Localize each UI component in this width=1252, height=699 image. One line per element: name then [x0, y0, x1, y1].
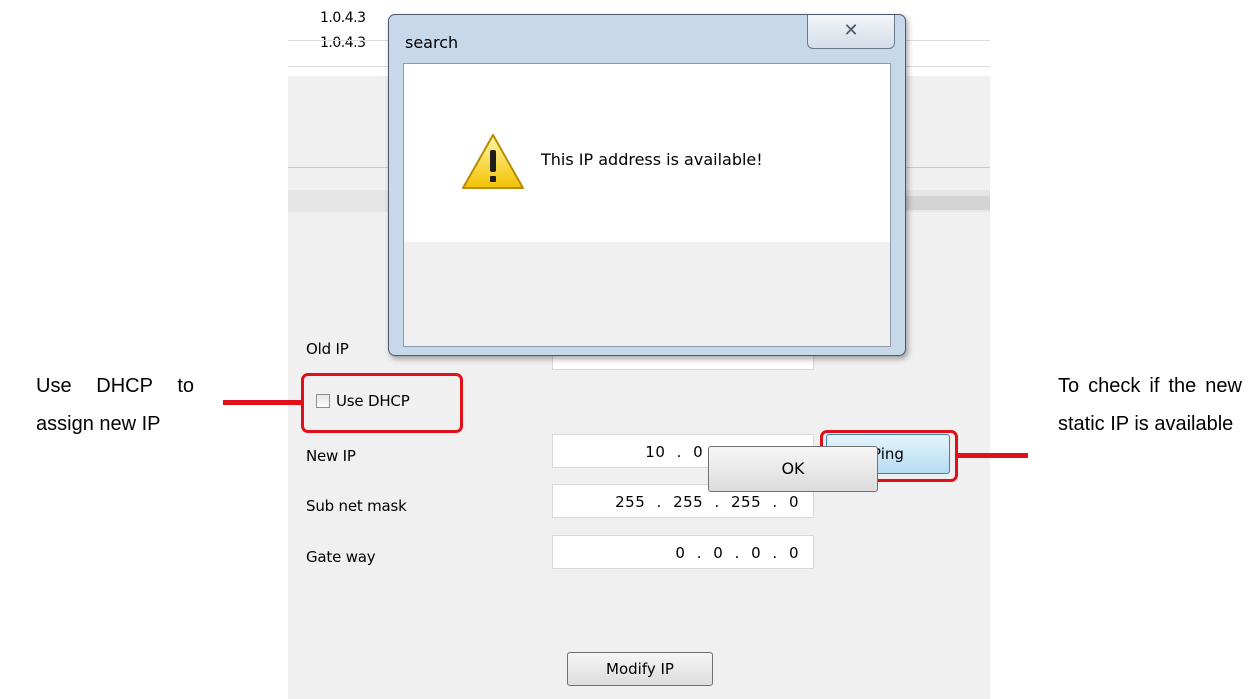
dhcp-annotation: Use DHCP to assign new IP — [36, 375, 194, 435]
old-ip-label: Old IP — [306, 340, 349, 358]
dialog-button-bar: OK — [404, 242, 890, 492]
list-item-ip: 1.0.4.3 — [320, 10, 366, 26]
dhcp-callout-line — [223, 400, 301, 405]
subnet-label: Sub net mask — [306, 497, 407, 515]
section-strip-end — [900, 196, 990, 210]
warning-icon — [460, 132, 526, 192]
list-item[interactable]: 1.0.4.3 — [320, 35, 366, 51]
gateway-field[interactable]: 0 . 0 . 0 . 0 — [552, 535, 814, 569]
dialog-body: This IP address is available! OK — [403, 63, 891, 492]
ping-annotation: To check if the new static IP is availab… — [1058, 375, 1242, 435]
close-icon: ✕ — [843, 20, 859, 41]
new-ip-label: New IP — [306, 447, 356, 465]
search-dialog: search ✕ This IP address is available! O… — [388, 14, 906, 492]
ping-callout-line — [958, 453, 1028, 458]
modify-ip-button[interactable]: Modify IP — [567, 652, 713, 686]
dialog-message: This IP address is available! — [541, 150, 763, 169]
list-item-ip: 1.0.4.3 — [320, 35, 366, 51]
dhcp-highlight — [301, 373, 463, 433]
ok-button[interactable]: OK — [708, 446, 878, 492]
gateway-label: Gate way — [306, 548, 376, 566]
list-item[interactable]: 1.0.4.3 — [320, 10, 366, 26]
close-button[interactable]: ✕ — [807, 15, 895, 49]
dialog-title: search — [405, 33, 459, 52]
